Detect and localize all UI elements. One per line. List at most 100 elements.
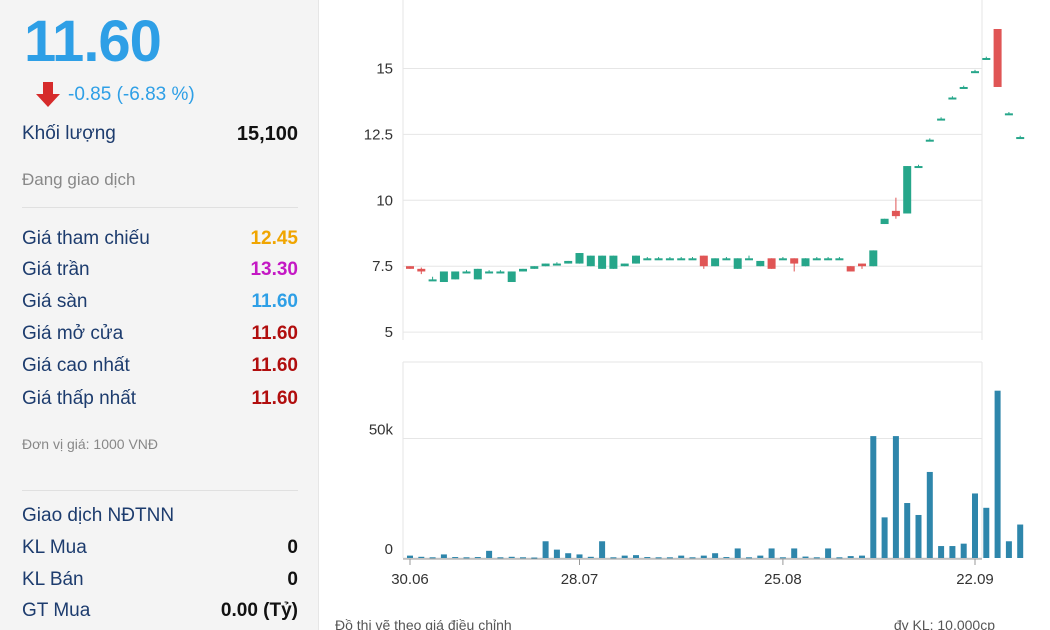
candle-body [722, 258, 731, 261]
candle-body [993, 28, 1002, 87]
stat-value: 11.60 [251, 388, 299, 409]
candle-body [564, 260, 573, 264]
stat-row-high: Giá cao nhất 11.60 [22, 355, 298, 377]
volume-bar [621, 555, 628, 558]
price-tick-label: 10 [376, 192, 393, 209]
candle-body [417, 268, 426, 272]
volume-bar [892, 436, 899, 558]
volume-bar [847, 556, 854, 558]
volume-bar [452, 557, 459, 559]
volume-bar [904, 503, 911, 558]
volume-bar [520, 557, 526, 559]
candle-body [451, 271, 460, 280]
candle-body [756, 260, 765, 267]
volume-bar [746, 557, 752, 559]
volume-bar [723, 557, 730, 559]
volume-bar [440, 554, 447, 558]
stat-row-open: Giá mở cửa 11.60 [22, 323, 298, 345]
candle-body [903, 166, 912, 214]
candle-body [971, 71, 979, 74]
volume-bar [757, 555, 764, 558]
candle-body [982, 57, 991, 60]
volume-bar [497, 557, 504, 559]
volume-unit-note: đv KL: 10,000cp [894, 617, 995, 630]
stat-row-low: Giá thấp nhất 11.60 [22, 388, 298, 410]
price-tick-label: 5 [385, 324, 393, 341]
date-tick-label: 22.09 [956, 571, 994, 588]
candle-body [778, 258, 787, 261]
volume-bar [915, 514, 922, 558]
candle-body [643, 258, 652, 261]
candle-body [959, 86, 968, 89]
foreign-row-sell-volume: KL Bán 0 [22, 569, 298, 591]
volume-bar [463, 557, 470, 559]
foreign-row-buy-volume: KL Mua 0 [22, 537, 298, 559]
candle-body [541, 263, 550, 267]
chart-footnote: Đồ thị vẽ theo giá điều chỉnh [335, 617, 512, 630]
candle-body [575, 253, 584, 264]
volume-bar [644, 557, 651, 559]
price-change-text: -0.85 (-6.83 %) [68, 84, 195, 105]
price-unit-note: Đơn vị giá: 1000 VNĐ [22, 436, 159, 452]
candle-body [790, 258, 799, 264]
volume-bar [859, 555, 865, 558]
volume-bar [836, 557, 843, 559]
volume-bar [553, 549, 560, 558]
stat-label: Giá thấp nhất [22, 388, 137, 409]
divider [22, 490, 298, 491]
volume-bar [678, 555, 685, 558]
volume-bar [983, 507, 990, 558]
stat-row-reference: Giá tham chiếu 12.45 [22, 228, 298, 250]
volume-bar [689, 557, 696, 559]
volume-bar [960, 543, 967, 558]
candle-body [914, 166, 923, 169]
volume-bar [802, 556, 809, 558]
foreign-value: 0.00 (Tỷ) [220, 600, 298, 621]
candle-body [428, 279, 437, 282]
stat-label: Giá tham chiếu [22, 228, 150, 249]
volume-bar [926, 471, 933, 558]
quote-panel: 11.60 -0.85 (-6.83 %) Khối lượng 15,100 … [0, 0, 319, 630]
price-change: -0.85 (-6.83 %) [36, 82, 195, 108]
volume-bar [587, 556, 594, 558]
candle-body [586, 255, 595, 267]
candle-body [812, 258, 821, 261]
volume-bar [1005, 541, 1012, 558]
candle-body [620, 263, 629, 267]
candles [406, 28, 1025, 283]
volume-bar [1017, 524, 1024, 558]
stat-value: 11.60 [251, 355, 299, 376]
stat-label: Giá sàn [22, 291, 88, 312]
volume-bar [712, 553, 719, 558]
candle-body [598, 255, 607, 269]
candle-body [880, 218, 889, 225]
volume-bar [972, 493, 978, 558]
volume-bar [508, 556, 515, 558]
volume-bar [700, 555, 707, 558]
volume-bar [542, 541, 549, 558]
candle-body [632, 255, 640, 264]
volume-bar [938, 546, 945, 558]
stat-value: 11.60 [251, 323, 299, 344]
stat-value: 12.45 [250, 228, 298, 249]
stat-value: 13.30 [250, 259, 298, 280]
candle-body [1004, 113, 1013, 116]
volume-tick-labels: 0 50k [369, 421, 394, 558]
date-tick-label: 28.07 [561, 571, 599, 588]
candle-body [1016, 137, 1025, 140]
volume-bar [565, 553, 572, 558]
volume-tick-label: 50k [369, 421, 394, 438]
foreign-trading-title: Giao dịch NĐTNN [22, 505, 175, 526]
candle-body [937, 118, 946, 121]
volume-bar [734, 548, 741, 558]
volume-bar [531, 557, 538, 559]
stat-row-floor: Giá sàn 11.60 [22, 291, 298, 313]
volume-tick-label: 0 [385, 541, 393, 558]
price-tick-labels: 5 7.5 10 12.5 15 [364, 61, 393, 342]
candle-body [948, 97, 957, 100]
volume-bar [666, 557, 673, 559]
down-arrow-icon [36, 82, 60, 107]
candle-body [496, 271, 505, 274]
volume-bar [768, 548, 775, 558]
candle-body [767, 258, 776, 269]
